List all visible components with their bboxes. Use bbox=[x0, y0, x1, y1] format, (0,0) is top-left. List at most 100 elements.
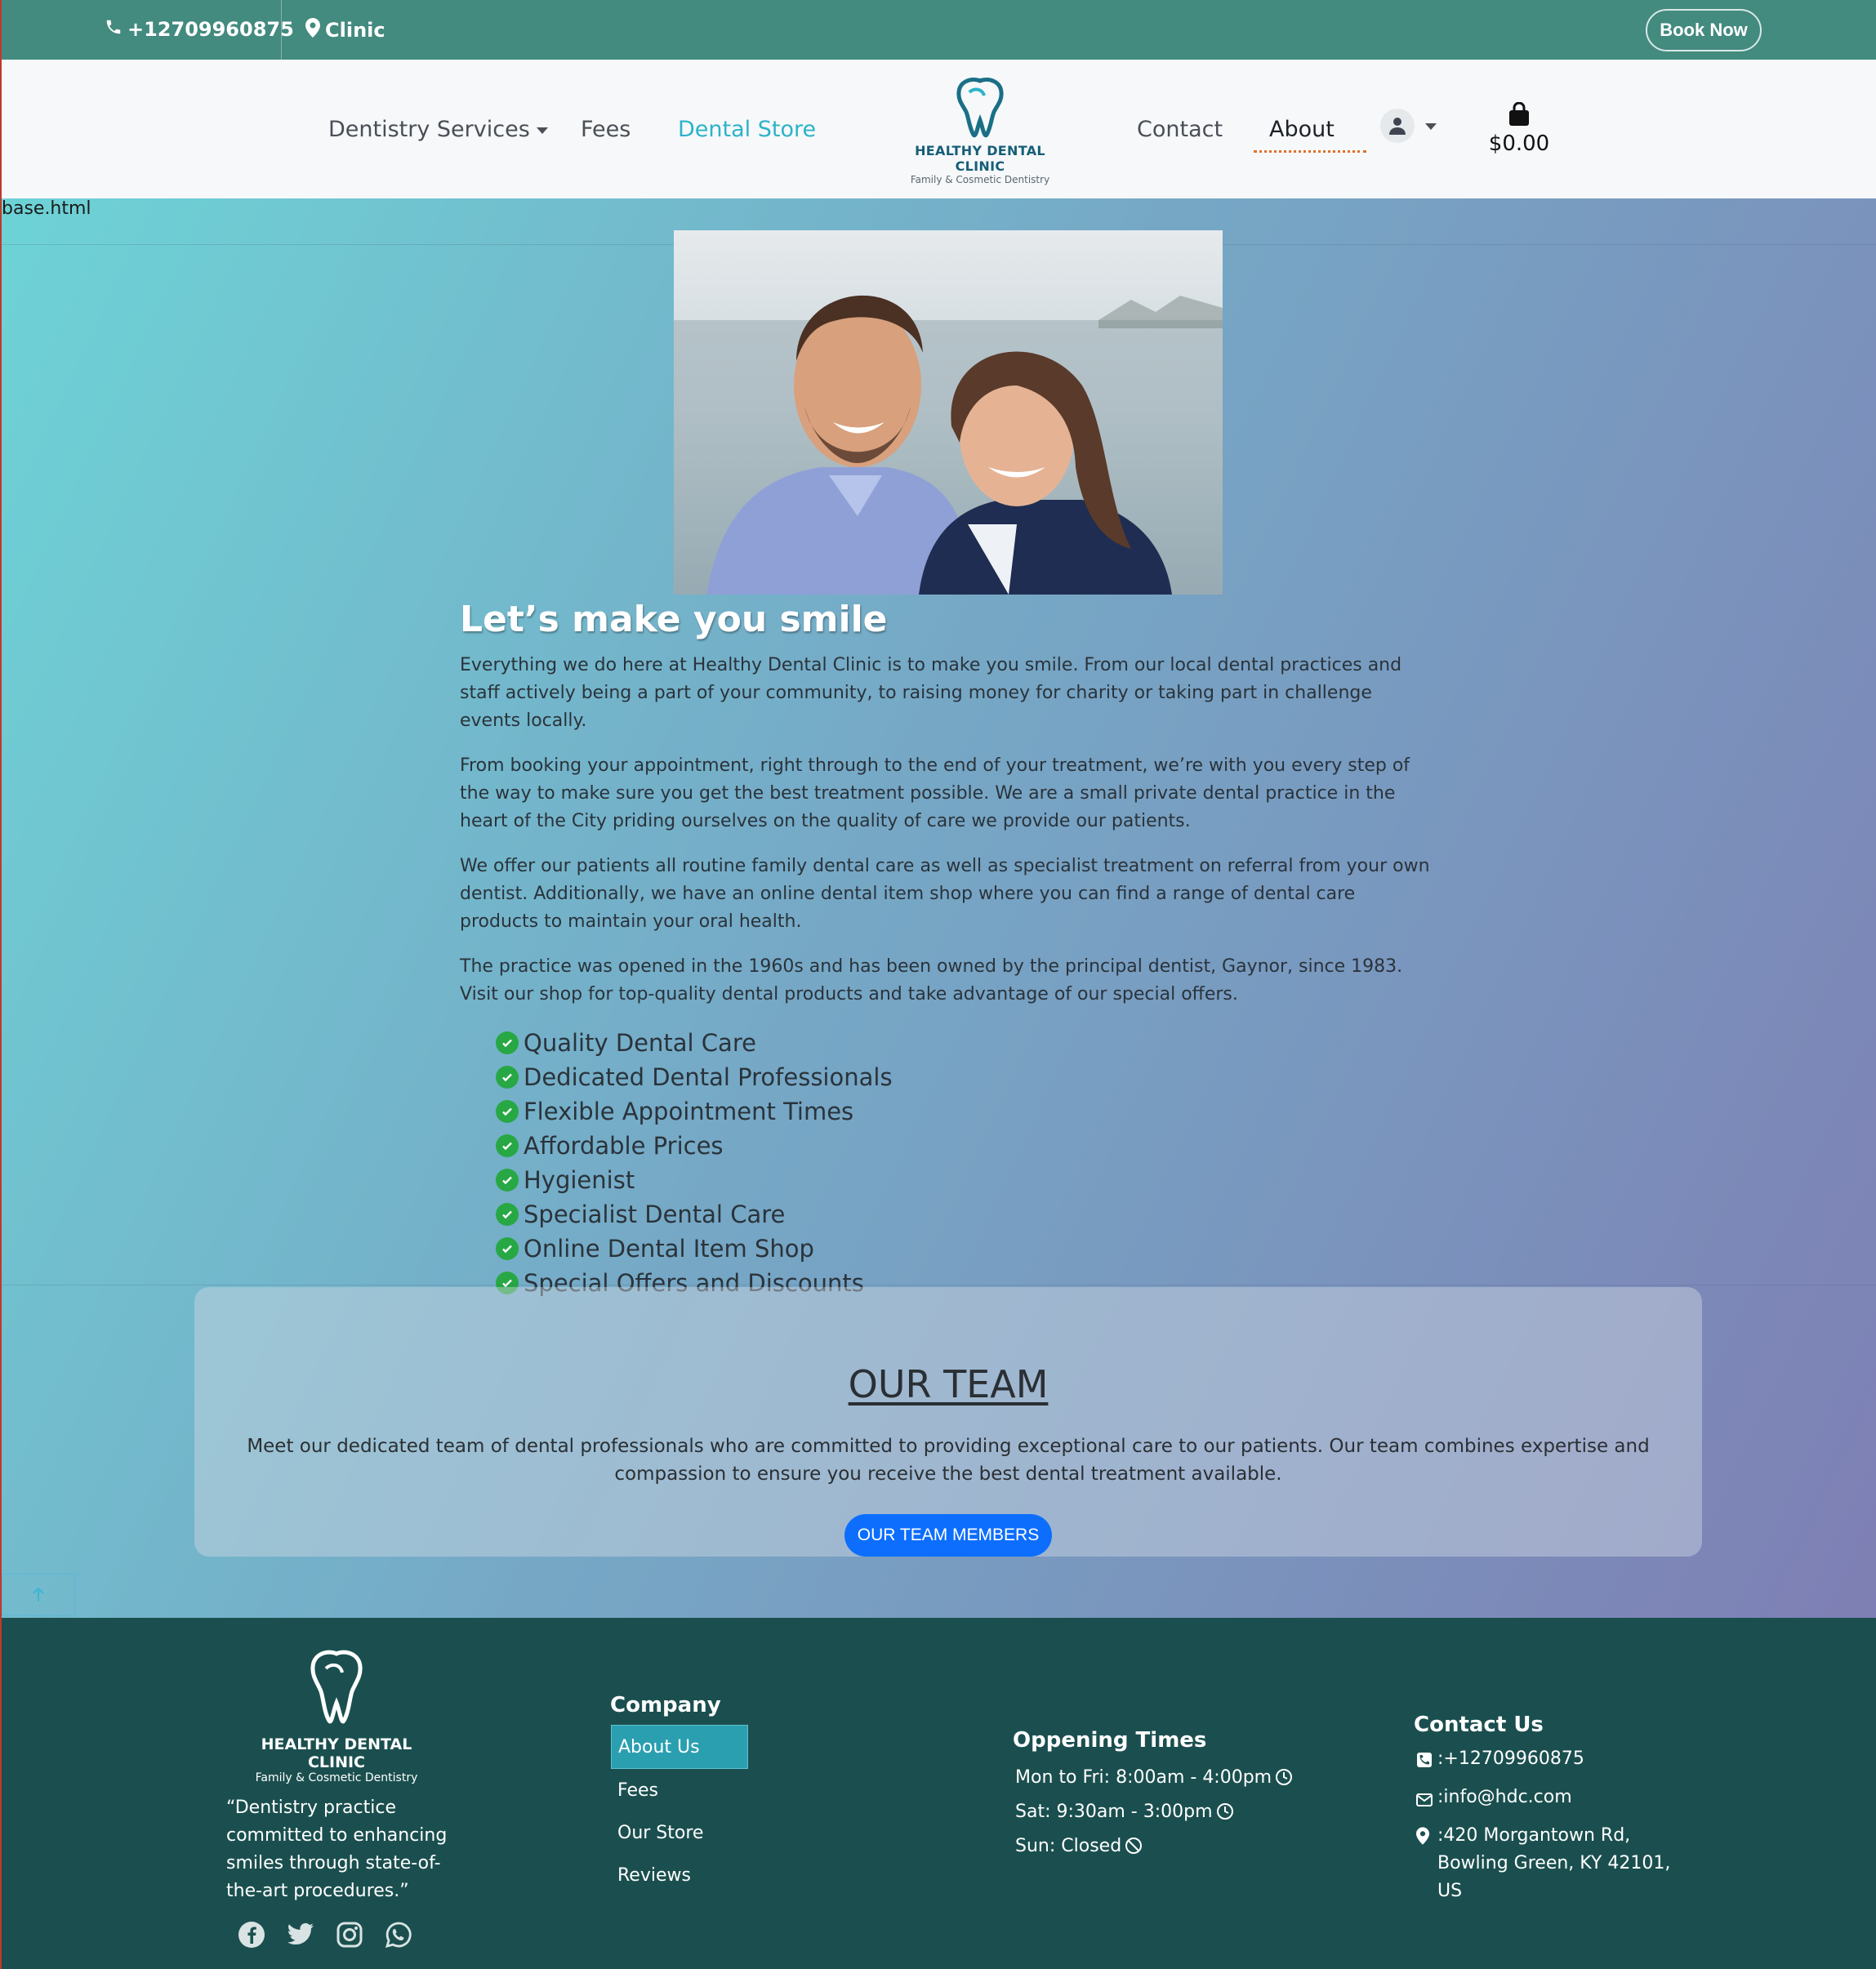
hours-text: Sat: 9:30am - 3:00pm bbox=[1015, 1801, 1213, 1822]
footer-company-links: About Us Fees Our Store Reviews bbox=[611, 1725, 748, 1896]
scroll-to-top-button[interactable] bbox=[2, 1574, 75, 1616]
footer-link-fees[interactable]: Fees bbox=[611, 1769, 748, 1811]
feature-item: Affordable Prices bbox=[496, 1129, 1440, 1163]
topbar-divider bbox=[281, 0, 282, 60]
about-paragraph-3: We offer our patients all routine family… bbox=[460, 856, 1430, 932]
feature-label: Flexible Appointment Times bbox=[524, 1098, 854, 1125]
user-menu-chevron-down-icon[interactable] bbox=[1425, 123, 1437, 130]
contact-address-text: :420 Morgantown Rd, Bowling Green, KY 42… bbox=[1437, 1825, 1671, 1901]
footer-contact: :+12709960875 :info@hdc.com :420 Morgant… bbox=[1416, 1745, 1694, 1912]
check-circle-icon bbox=[496, 1066, 519, 1089]
footer-logo-tagline: Family & Cosmetic Dentistry bbox=[255, 1771, 418, 1784]
nav-active-underline bbox=[1254, 150, 1366, 153]
footer-contact-title: Contact Us bbox=[1414, 1713, 1544, 1737]
check-circle-icon bbox=[496, 1169, 519, 1192]
feature-item: Hygienist bbox=[496, 1163, 1440, 1197]
team-card: OUR TEAM Meet our dedicated team of dent… bbox=[194, 1287, 1702, 1557]
nav-dental-store[interactable]: Dental Store bbox=[678, 117, 816, 142]
feature-label: Affordable Prices bbox=[524, 1132, 724, 1160]
contact-phone-text: :+12709960875 bbox=[1437, 1748, 1584, 1769]
feature-label: Online Dental Item Shop bbox=[524, 1235, 814, 1263]
hero-couple-photo bbox=[674, 230, 1223, 595]
main-navbar: Dentistry Services Fees Dental Store HEA… bbox=[2, 60, 1876, 198]
envelope-icon bbox=[1416, 1784, 1434, 1815]
about-section: base.html Let’s make you smile Everythin… bbox=[2, 198, 1876, 1618]
topbar-phone[interactable]: +12709960875 bbox=[105, 18, 294, 41]
map-pin-icon bbox=[1416, 1822, 1434, 1854]
map-pin-icon bbox=[305, 18, 320, 42]
topbar-location[interactable]: Clinic bbox=[305, 18, 385, 42]
contact-email-text: :info@hdc.com bbox=[1437, 1787, 1572, 1807]
twitter-icon[interactable] bbox=[286, 1920, 315, 1949]
feature-item: Flexible Appointment Times bbox=[496, 1094, 1440, 1129]
site-footer: HEALTHY DENTAL CLINIC Family & Cosmetic … bbox=[2, 1618, 1876, 1969]
about-content: Let’s make you smile Everything we do he… bbox=[460, 599, 1440, 1300]
shopping-bag-icon bbox=[1509, 101, 1529, 126]
arrow-up-icon bbox=[33, 1587, 44, 1601]
hours-text: Mon to Fri: 8:00am - 4:00pm bbox=[1015, 1766, 1272, 1788]
chevron-down-icon bbox=[536, 127, 548, 134]
cart-total: $0.00 bbox=[1488, 131, 1550, 156]
feature-list: Quality Dental Care Dedicated Dental Pro… bbox=[496, 1026, 1440, 1300]
phone-square-icon bbox=[1416, 1745, 1434, 1777]
clock-icon bbox=[1216, 1803, 1233, 1820]
contact-email[interactable]: :info@hdc.com bbox=[1416, 1784, 1694, 1815]
feature-label: Specialist Dental Care bbox=[524, 1201, 786, 1228]
check-circle-icon bbox=[496, 1031, 519, 1054]
tooth-logo-icon bbox=[310, 1650, 363, 1724]
closed-icon bbox=[1125, 1838, 1143, 1854]
team-title: OUR TEAM bbox=[848, 1362, 1049, 1406]
team-description: Meet our dedicated team of dental profes… bbox=[247, 1436, 1650, 1485]
check-circle-icon bbox=[496, 1203, 519, 1226]
clock-icon bbox=[1276, 1769, 1293, 1785]
check-circle-icon bbox=[496, 1237, 519, 1260]
tooth-logo-icon bbox=[956, 78, 1004, 138]
about-paragraph-1: Everything we do here at Healthy Dental … bbox=[460, 655, 1402, 731]
nav-about[interactable]: About bbox=[1269, 117, 1335, 142]
feature-label: Dedicated Dental Professionals bbox=[524, 1063, 893, 1091]
nav-fees[interactable]: Fees bbox=[581, 117, 631, 142]
footer-hours-title: Oppening Times bbox=[1013, 1728, 1207, 1753]
book-now-button[interactable]: Book Now bbox=[1646, 9, 1762, 51]
footer-link-about-us[interactable]: About Us bbox=[611, 1725, 748, 1769]
footer-link-our-store[interactable]: Our Store bbox=[611, 1811, 748, 1854]
footer-quote: “Dentistry practice committed to enhanci… bbox=[226, 1797, 448, 1901]
user-menu-button[interactable] bbox=[1380, 109, 1415, 143]
feature-item: Specialist Dental Care bbox=[496, 1197, 1440, 1232]
hours-text: Sun: Closed bbox=[1015, 1835, 1122, 1856]
nav-dentistry-services-label: Dentistry Services bbox=[328, 117, 530, 142]
header-logo-brand: HEALTHY DENTAL CLINIC bbox=[915, 143, 1045, 174]
about-paragraph-4: The practice was opened in the 1960s and… bbox=[460, 956, 1403, 1005]
contact-address: :420 Morgantown Rd, Bowling Green, KY 42… bbox=[1416, 1822, 1694, 1905]
hours-row: Sat: 9:30am - 3:00pm bbox=[1015, 1794, 1293, 1829]
check-circle-icon bbox=[496, 1100, 519, 1123]
top-bar: +12709960875 Clinic Book Now bbox=[2, 0, 1876, 60]
header-logo[interactable]: HEALTHY DENTAL CLINIC Family & Cosmetic … bbox=[897, 78, 1063, 185]
whatsapp-icon[interactable] bbox=[384, 1920, 413, 1949]
about-paragraph-2: From booking your appointment, right thr… bbox=[460, 755, 1410, 831]
footer-logo-brand: HEALTHY DENTAL CLINIC bbox=[261, 1735, 412, 1771]
feature-label: Quality Dental Care bbox=[524, 1029, 756, 1057]
user-icon bbox=[1389, 118, 1406, 135]
team-members-button[interactable]: OUR TEAM MEMBERS bbox=[844, 1514, 1052, 1557]
footer-link-reviews[interactable]: Reviews bbox=[611, 1854, 748, 1896]
nav-contact[interactable]: Contact bbox=[1137, 117, 1223, 142]
contact-phone[interactable]: :+12709960875 bbox=[1416, 1745, 1694, 1777]
feature-item: Online Dental Item Shop bbox=[496, 1232, 1440, 1266]
hours-row: Mon to Fri: 8:00am - 4:00pm bbox=[1015, 1760, 1293, 1794]
nav-dentistry-services[interactable]: Dentistry Services bbox=[328, 117, 548, 142]
footer-logo[interactable]: HEALTHY DENTAL CLINIC Family & Cosmetic … bbox=[247, 1649, 426, 1784]
about-heading: Let’s make you smile bbox=[460, 599, 888, 640]
feature-item: Quality Dental Care bbox=[496, 1026, 1440, 1060]
topbar-phone-text: +12709960875 bbox=[127, 18, 294, 41]
check-circle-icon bbox=[496, 1134, 519, 1157]
feature-label: Hygienist bbox=[524, 1166, 635, 1194]
cart-button[interactable]: $0.00 bbox=[1486, 101, 1552, 156]
opening-hours: Mon to Fri: 8:00am - 4:00pm Sat: 9:30am … bbox=[1015, 1760, 1293, 1863]
header-logo-tagline: Family & Cosmetic Dentistry bbox=[910, 174, 1050, 185]
instagram-icon[interactable] bbox=[335, 1920, 364, 1949]
footer-company-title: Company bbox=[610, 1693, 721, 1717]
facebook-icon[interactable] bbox=[237, 1920, 266, 1949]
phone-icon bbox=[105, 18, 123, 41]
topbar-location-text: Clinic bbox=[325, 19, 385, 42]
